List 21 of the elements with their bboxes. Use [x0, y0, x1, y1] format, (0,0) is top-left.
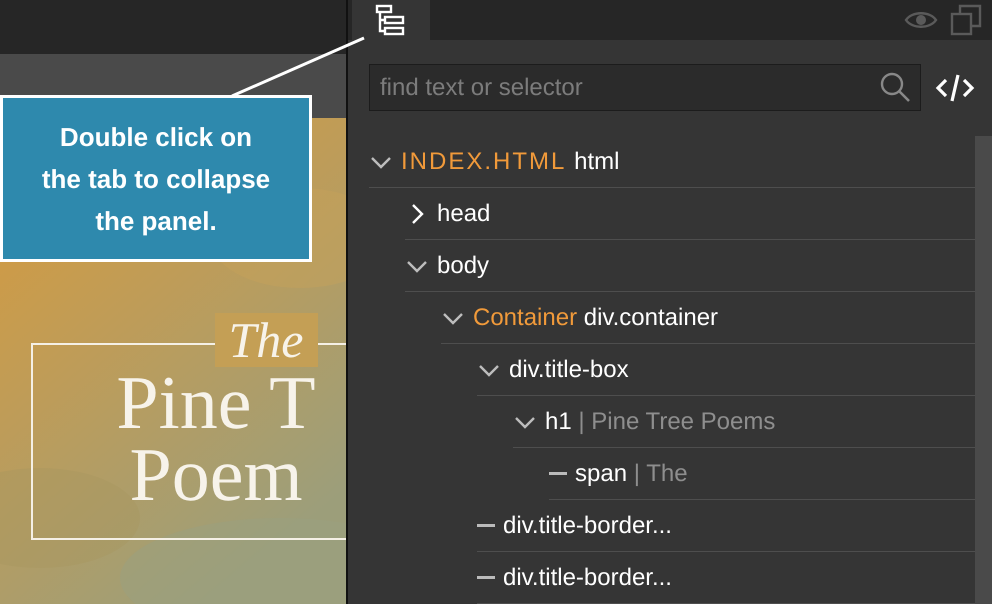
dash-icon: [477, 576, 495, 580]
dash-icon: [549, 472, 567, 476]
page-title: Pine T: [116, 367, 316, 439]
scrollbar[interactable]: [975, 136, 992, 604]
tree-item[interactable]: div.title-box: [509, 356, 629, 384]
tree-item[interactable]: head: [437, 200, 490, 228]
title-prefix: The: [214, 313, 318, 367]
search-field[interactable]: find text or selector: [369, 64, 921, 111]
tree-item[interactable]: body: [437, 252, 490, 280]
tree-item[interactable]: div.title-border...: [503, 512, 672, 540]
page-title: Poem: [129, 439, 303, 511]
tree-item[interactable]: Container div.container: [473, 304, 718, 332]
callout-text: Double click on the tab to collapse the panel.: [40, 120, 272, 238]
dash-icon: [477, 524, 495, 528]
tree-item[interactable]: span | The: [575, 460, 688, 488]
tree-item[interactable]: INDEX.HTML html: [401, 148, 620, 176]
code-icon[interactable]: [935, 72, 975, 104]
search-icon[interactable]: [879, 71, 911, 103]
tree-item[interactable]: h1 | Pine Tree Poems: [545, 408, 776, 436]
tree-item[interactable]: div.title-border...: [503, 564, 672, 592]
panel-tab[interactable]: [352, 0, 430, 40]
